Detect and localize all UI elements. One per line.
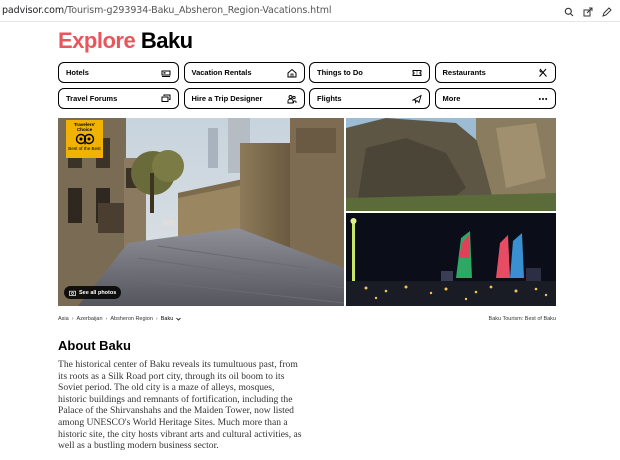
ticket-icon [412, 69, 422, 76]
photo-gallery: Travelers' Choice Best of the Best See a… [58, 118, 556, 306]
browser-icons [564, 4, 612, 17]
more-button[interactable]: More [434, 88, 556, 109]
bed-icon [161, 70, 171, 77]
breadcrumb-baku[interactable]: Baku [161, 316, 174, 322]
chevron-down-icon[interactable] [176, 317, 182, 321]
breadcrumb-asia[interactable]: Asia [58, 316, 69, 322]
breadcrumb-separator: › [71, 316, 74, 322]
page-title: Explore Baku [58, 28, 193, 53]
breadcrumb-separator: › [155, 316, 158, 322]
breadcrumb-absheron-region[interactable]: Absheron Region [110, 316, 153, 322]
breadcrumb: Asia › Azerbaijan › Absheron Region › Ba… [58, 316, 182, 322]
chat-icon [161, 94, 171, 102]
travelers-choice-badge: Travelers' Choice Best of the Best [66, 120, 103, 158]
share-icon[interactable] [583, 4, 593, 17]
people-icon [287, 94, 296, 103]
vacation-rentals-button[interactable]: Vacation Rentals [183, 62, 305, 83]
camera-icon [69, 290, 76, 296]
url-text[interactable]: padvisor.com/Tourism-g293934-Baku_Absher… [2, 5, 332, 16]
breadcrumb-separator: › [105, 316, 108, 322]
plane-icon [412, 94, 422, 104]
edit-icon[interactable] [602, 4, 612, 17]
things-to-do-button[interactable]: Things to Do [309, 62, 430, 83]
restaurants-button[interactable]: Restaurants [434, 62, 556, 83]
gallery-photo-flame-towers[interactable] [346, 213, 556, 306]
search-icon[interactable] [564, 4, 574, 17]
more-icon [538, 97, 547, 100]
gallery-main-photo[interactable]: Travelers' Choice Best of the Best See a… [58, 118, 344, 306]
hire-trip-designer-button[interactable]: Hire a Trip Designer [183, 88, 305, 109]
nav-pill-grid: Hotels Vacation Rentals Things to Do Res… [58, 62, 556, 109]
flights-button[interactable]: Flights [309, 88, 430, 109]
owl-logo-icon [75, 133, 94, 145]
breadcrumb-page-title: Baku Tourism: Best of Baku [488, 316, 556, 322]
hotels-button[interactable]: Hotels [58, 62, 179, 83]
about-heading: About Baku [58, 338, 131, 353]
see-all-photos-button[interactable]: See all photos [64, 286, 122, 299]
house-icon [287, 68, 296, 77]
browser-url-bar[interactable]: padvisor.com/Tourism-g293934-Baku_Absher… [0, 0, 620, 22]
gallery-photo-rocks[interactable] [346, 118, 556, 211]
breadcrumb-azerbaijan[interactable]: Azerbaijan [77, 316, 103, 322]
travel-forums-button[interactable]: Travel Forums [58, 88, 179, 109]
fork-knife-icon [538, 68, 547, 77]
about-description: The historical center of Baku reveals it… [58, 359, 302, 452]
